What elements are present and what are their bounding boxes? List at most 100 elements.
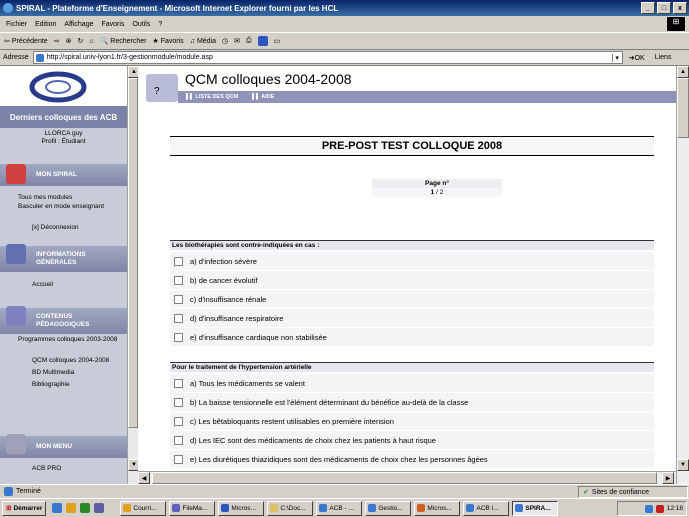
security-zone: ✔ Sites de confiance [578,486,688,498]
media-button[interactable]: ♫ Média [190,38,216,45]
option-2a[interactable]: a) Tous les médicaments se valent [170,374,654,393]
checkbox[interactable] [174,454,183,464]
horizontal-scrollbar[interactable]: ◀ ▶ [138,471,676,484]
option-1a[interactable]: a) d'infection sévère [170,252,654,271]
option-2e[interactable]: e) Les diurétiques thiazidiques sont des… [170,450,654,469]
link-qcm[interactable]: QCM colloques 2004-2008 [32,357,109,365]
menu-fichier[interactable]: Fichier [6,21,27,28]
sidebar-scrollbar[interactable]: ▲ ▼ [127,66,140,484]
minimize-button[interactable]: _ [641,2,655,14]
scroll-thumb[interactable] [128,78,138,428]
link-mode-enseignant[interactable]: Basculer en mode enseignant [18,203,123,211]
taskbar: ⊞ Démarrer Courri... FileMa... Micros... … [0,498,689,517]
checkbox[interactable] [174,435,183,445]
history-icon[interactable]: ◷ [222,37,228,45]
clock[interactable]: 12:18 [667,505,683,512]
mail-icon[interactable]: ✉ [234,37,240,45]
url-input[interactable]: http://spiral.univ-lyon1.fr/3-gestionmod… [32,51,623,64]
link-tous-modules[interactable]: Tous mes modules [18,194,72,202]
menu-favoris[interactable]: Favoris [101,21,124,28]
option-1c[interactable]: c) d'insuffisance rénale [170,290,654,309]
search-icon: 🔍 [99,38,109,45]
forward-button[interactable]: ⇨ [54,37,60,45]
hscroll-thumb[interactable] [152,472,657,484]
link-deconnexion[interactable]: [x] Déconnexion [32,224,79,232]
stop-icon[interactable]: ⊗ [66,37,72,45]
option-1d[interactable]: d) d'insuffisance respiratoire [170,309,654,328]
option-2d[interactable]: d) Les IEC sont des médicaments de choix… [170,431,654,450]
task-word[interactable]: Micros... [218,500,265,516]
task-filemaker[interactable]: FileMa... [169,500,216,516]
links-button[interactable]: Liens [655,54,672,61]
tray-antivirus-icon[interactable] [655,504,664,513]
menu-affichage[interactable]: Affichage [64,21,93,28]
checkbox[interactable] [174,378,183,388]
toolbar: ⇦ Précédente ⇨ ⊗ ↻ ⌂ 🔍 Rechercher ★ Favoris… [0,32,689,50]
page-done-icon [4,487,13,496]
url-text: http://spiral.univ-lyon1.fr/3-gestionmod… [46,54,213,61]
search-button[interactable]: 🔍 Rechercher [99,37,147,46]
page-icon [35,53,44,62]
scroll-up-icon[interactable]: ▲ [677,66,689,78]
task-courrier[interactable]: Courri... [120,500,167,516]
word-icon[interactable] [257,36,268,46]
checkbox[interactable] [174,397,183,407]
vertical-scrollbar[interactable]: ▲ ▼ [676,66,689,484]
dropdown-arrow-icon[interactable]: ▾ [611,53,622,62]
scroll-right-icon[interactable]: ▶ [662,472,674,484]
user-name: LLORCA guy [44,130,83,137]
link-programmes[interactable]: Programmes colloques 2003-2008 [18,336,118,344]
option-1e[interactable]: e) d'insuffisance cardiaque non stabilis… [170,328,654,347]
scroll-left-icon[interactable]: ◀ [138,472,150,484]
link-bd-multimedia[interactable]: BD Multimedia [32,369,74,377]
title-bar: SPIRAL - Plateforme d'Enseignement - Mic… [0,0,689,16]
menu-outils[interactable]: Outils [132,21,150,28]
task-docs[interactable]: C:\Doc... [267,500,314,516]
checkbox[interactable] [174,332,183,342]
refresh-icon[interactable]: ↻ [77,37,83,45]
option-2b[interactable]: b) La baisse tensionnelle est l'élément … [170,393,654,412]
home-icon[interactable]: ⌂ [89,38,93,45]
checkbox[interactable] [174,416,183,426]
close-button[interactable]: x [673,2,687,14]
link-bibliographie[interactable]: Bibliographie [32,381,70,389]
tab-aide[interactable]: ▌▌ AIDE [252,94,274,100]
link-acb-pro[interactable]: ACB PRO [32,465,61,473]
option-2c[interactable]: c) Les bêtabloquants restent utilisables… [170,412,654,431]
ie-quicklaunch-icon[interactable] [52,503,63,513]
favorites-button[interactable]: ★ Favoris [152,37,183,46]
menu-edition[interactable]: Edition [35,21,56,28]
task-acb-i[interactable]: ACB I... [463,500,510,516]
task-acb[interactable]: ACB - ... [316,500,363,516]
task-gestion[interactable]: Gestio... [365,500,412,516]
task-spiral[interactable]: SPIRA... [512,500,559,516]
checkbox[interactable] [174,313,183,323]
vscroll-thumb[interactable] [677,78,689,138]
outlook-quicklaunch-icon[interactable] [66,503,77,513]
print-icon[interactable]: ⎙ [246,37,252,45]
start-button[interactable]: ⊞ Démarrer [2,500,47,516]
quicklaunch-icons[interactable] [49,503,117,513]
maximize-button[interactable]: □ [657,2,671,14]
discuss-icon[interactable]: ▭ [274,37,281,45]
address-bar: Adresse http://spiral.univ-lyon1.fr/3-ge… [0,50,689,66]
task-powerpoint[interactable]: Micros... [414,500,461,516]
scroll-down-icon[interactable]: ▼ [677,459,689,471]
desktop-quicklaunch-icon[interactable] [94,503,105,513]
checkbox[interactable] [174,275,183,285]
back-arrow-icon: ⇦ [4,38,10,45]
tab-liste-qcm[interactable]: ▌▌ LISTE DES QCM [186,94,238,100]
go-button[interactable]: ➜OK [629,54,645,62]
tray-network-icon[interactable] [644,504,653,513]
pager-current: 1 [430,189,435,196]
media-quicklaunch-icon[interactable] [80,503,91,513]
star-icon: ★ [152,38,159,45]
back-button[interactable]: ⇦ Précédente [4,37,48,46]
status-text: Terminé [16,488,41,495]
link-accueil[interactable]: Accueil [32,281,53,289]
checkbox[interactable] [174,294,183,304]
option-1b[interactable]: b) de cancer évolutif [170,271,654,290]
windows-flag-icon: ⊞ [6,505,12,512]
menu-help[interactable]: ? [158,21,162,28]
checkbox[interactable] [174,256,183,266]
